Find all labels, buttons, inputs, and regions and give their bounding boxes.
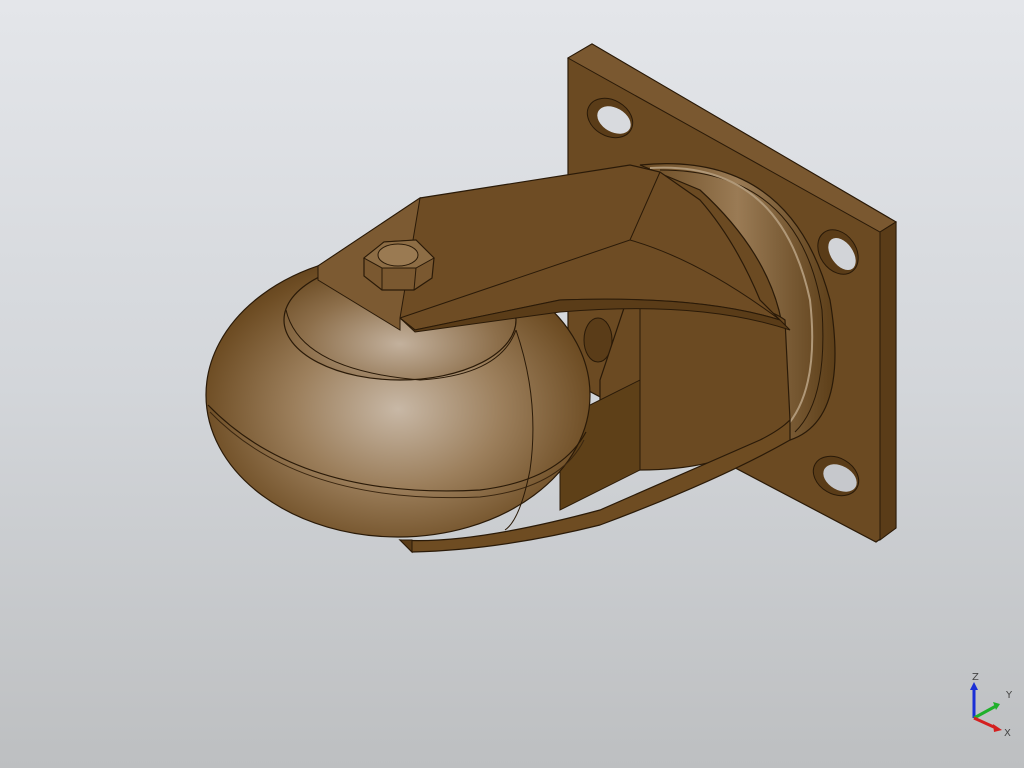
axis-triad: Z Y X [970,672,1013,738]
x-axis-label: X [1004,728,1011,738]
y-axis-label: Y [1005,690,1013,701]
caster-model[interactable] [0,0,1024,768]
z-axis-label: Z [972,672,979,683]
3d-viewport[interactable]: Z Y X [0,0,1024,768]
